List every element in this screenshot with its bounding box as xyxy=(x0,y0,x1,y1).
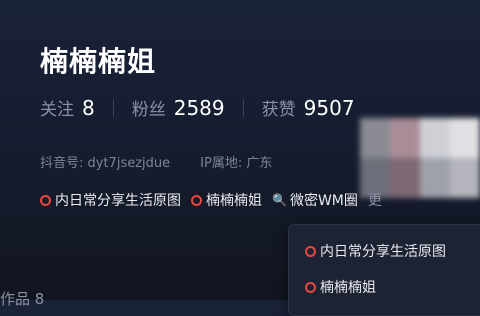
red-ring-icon xyxy=(191,194,202,206)
stat-label: 关注 xyxy=(40,100,74,120)
stat-value: 2589 xyxy=(173,96,225,120)
stat-value: 8 xyxy=(82,96,95,120)
works-tab-partial[interactable]: 作品 8 xyxy=(0,288,44,309)
tags-dropdown: 内日常分享生活原图 楠楠楠姐 xyxy=(288,224,480,316)
tag-nannan[interactable]: 楠楠楠姐 xyxy=(191,190,262,210)
dropdown-item-label: 楠楠楠姐 xyxy=(320,280,376,296)
tag-wm-circle[interactable]: 🔍 微密WM圈 xyxy=(272,190,358,210)
red-ring-icon xyxy=(40,194,51,206)
stat-following[interactable]: 关注 8 xyxy=(40,95,95,120)
stat-label: 粉丝 xyxy=(131,100,166,120)
stat-label: 获赞 xyxy=(261,100,296,120)
tag-label: 内日常分享生活原图 xyxy=(55,193,181,209)
stat-likes: 获赞 9507 xyxy=(262,95,355,120)
stat-value: 9507 xyxy=(303,96,355,120)
red-ring-icon xyxy=(305,281,316,293)
profile-meta: 抖音号: dyt7jsezjdue IP属地: 广东 xyxy=(40,152,272,171)
stat-followers[interactable]: 粉丝 2589 xyxy=(132,95,225,120)
dropdown-item-daily-share[interactable]: 内日常分享生活原图 xyxy=(305,241,446,261)
tag-label: 更 xyxy=(367,193,382,209)
douyin-id: 抖音号: dyt7jsezjdue xyxy=(40,156,171,171)
red-ring-icon xyxy=(305,245,316,257)
dropdown-item-nannan[interactable]: 楠楠楠姐 xyxy=(305,277,376,297)
magnifier-icon: 🔍 xyxy=(272,193,287,207)
tag-daily-share[interactable]: 内日常分享生活原图 xyxy=(40,190,181,210)
profile-name: 楠楠楠姐 xyxy=(40,45,157,78)
dropdown-item-label: 内日常分享生活原图 xyxy=(320,244,446,260)
tag-more[interactable]: 更 xyxy=(368,190,382,210)
tag-label: 楠楠楠姐 xyxy=(206,193,262,209)
tag-label: 微密WM圈 xyxy=(289,193,358,209)
profile-stats: 关注 8 粉丝 2589 获赞 9507 xyxy=(40,95,355,120)
divider xyxy=(112,98,114,117)
blurred-avatar xyxy=(360,118,480,198)
divider xyxy=(242,98,244,117)
ip-location: IP属地: 广东 xyxy=(200,156,273,171)
profile-tags: 内日常分享生活原图 楠楠楠姐 🔍 微密WM圈 更 xyxy=(40,190,392,210)
